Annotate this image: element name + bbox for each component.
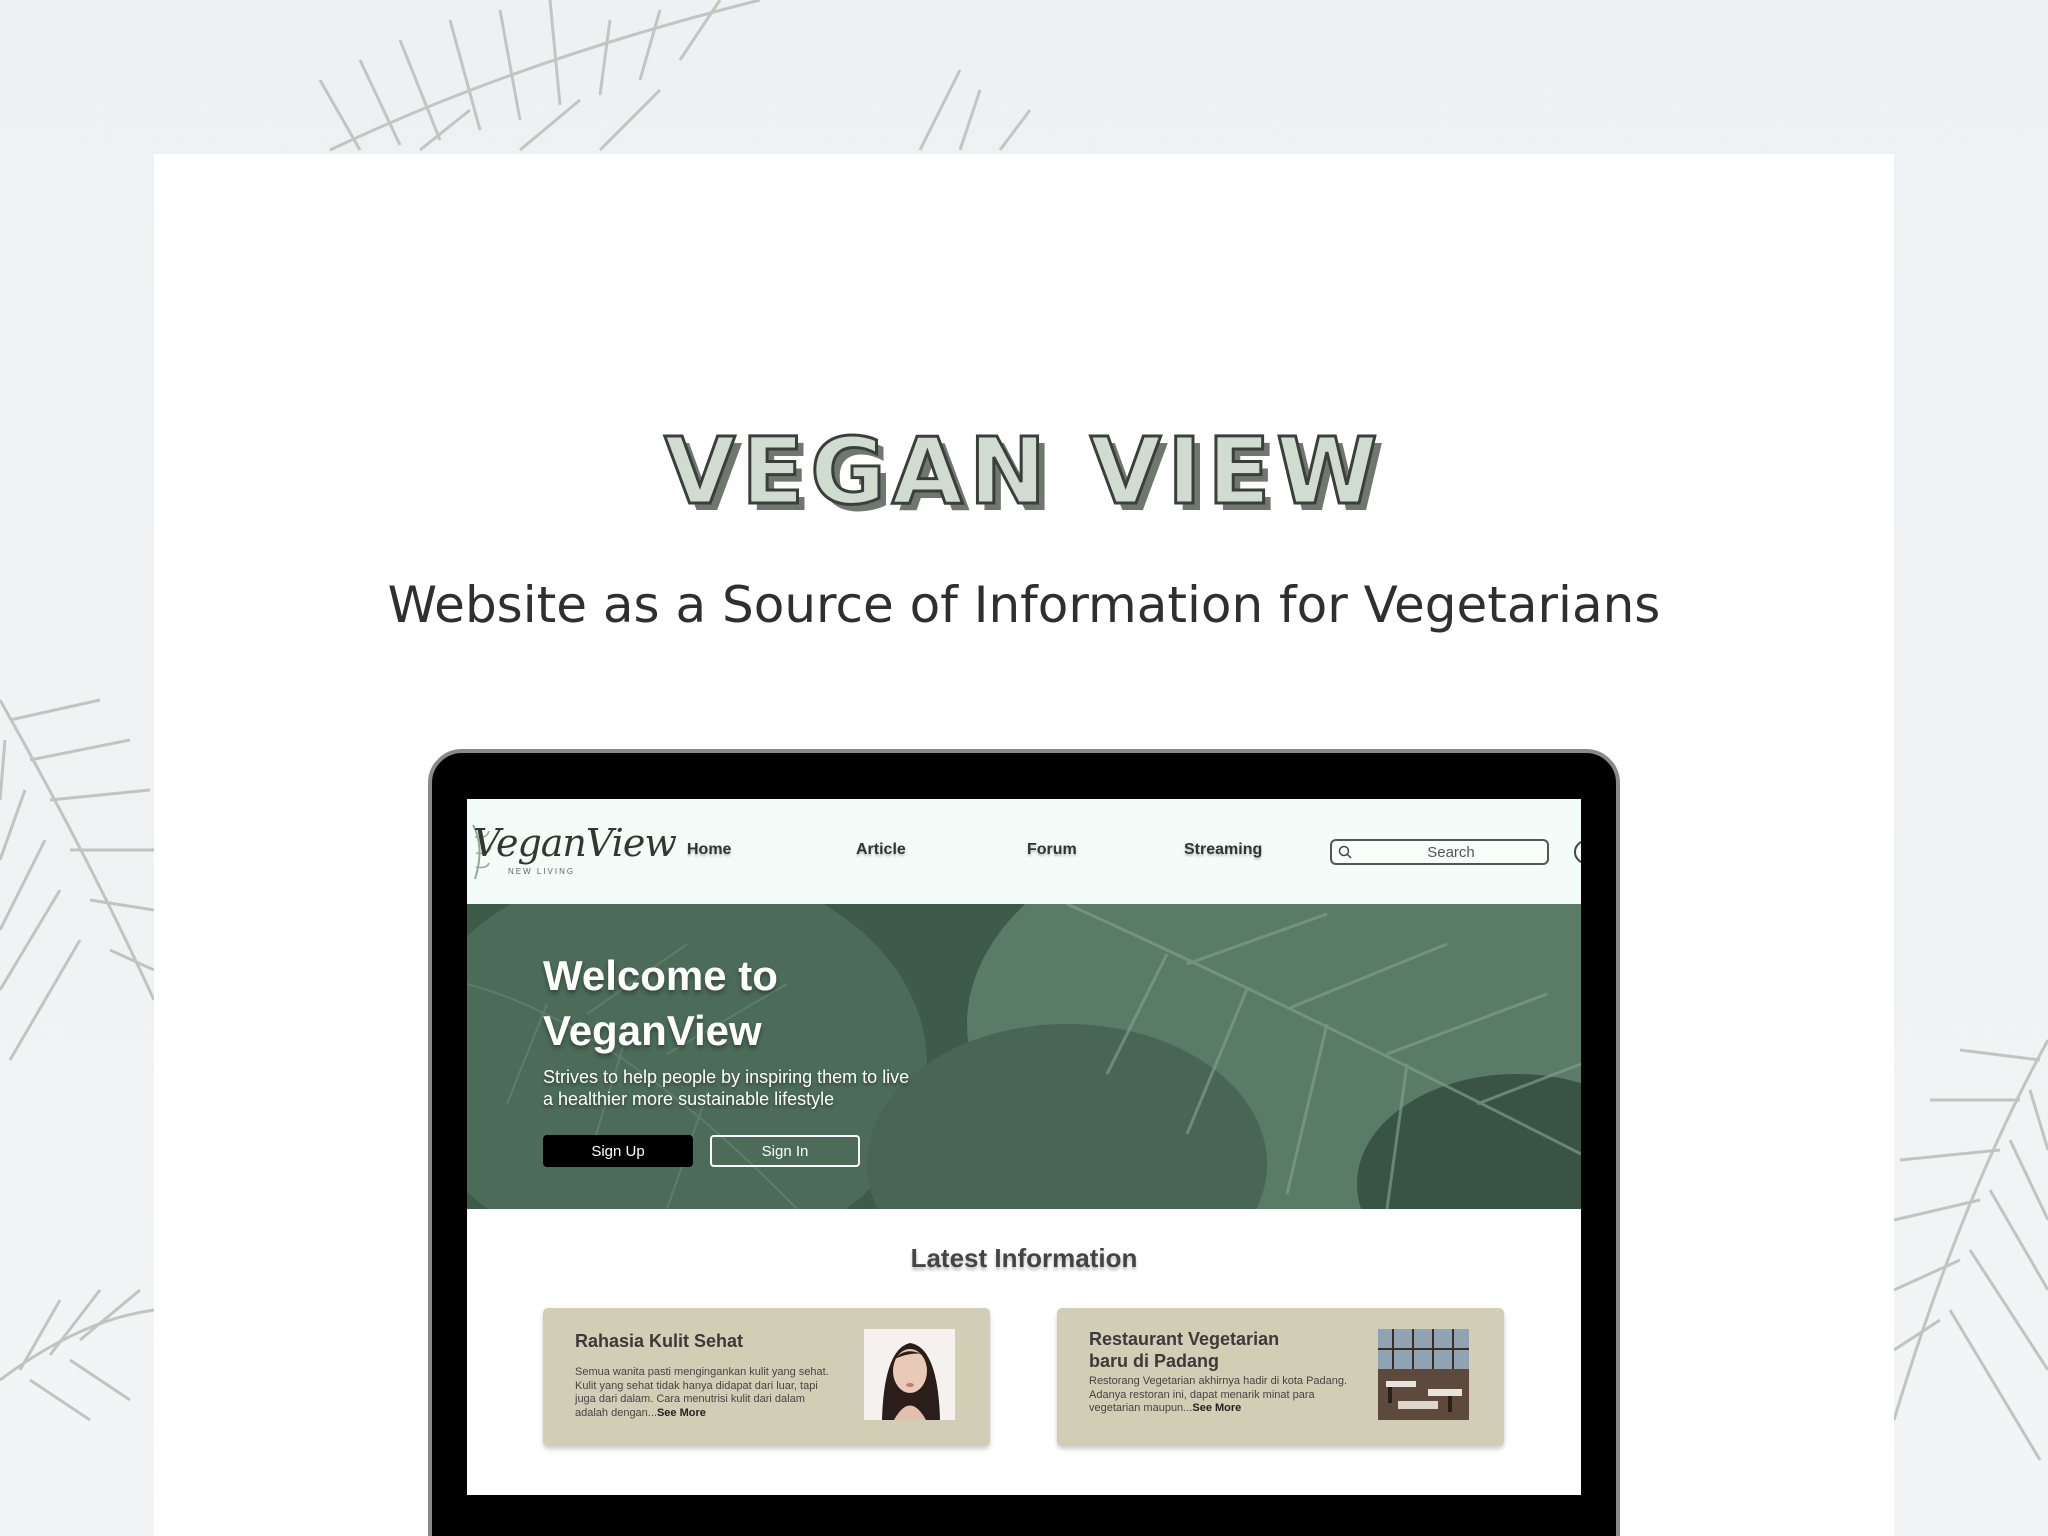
hero-description-line1: Strives to help people by inspiring them… bbox=[543, 1067, 910, 1087]
woman-portrait-image bbox=[864, 1329, 955, 1420]
restaurant-interior-image bbox=[1378, 1329, 1469, 1420]
search-box[interactable] bbox=[1330, 839, 1549, 865]
site-header: VeganView NEW LIVING Home Article Forum … bbox=[467, 799, 1581, 904]
nav-streaming[interactable]: Streaming bbox=[1184, 841, 1262, 859]
hero-title: Welcome to VeganView bbox=[543, 948, 778, 1058]
sign-in-button[interactable]: Sign In bbox=[710, 1135, 860, 1167]
hero-banner: Welcome to VeganView Strives to help peo… bbox=[467, 904, 1581, 1209]
nav-forum[interactable]: Forum bbox=[1027, 841, 1077, 859]
info-card-title: Rahasia Kulit Sehat bbox=[575, 1331, 744, 1351]
hero-title-line2: VeganView bbox=[543, 1007, 762, 1054]
info-card-title: Restaurant Vegetarian baru di Padang bbox=[1089, 1328, 1329, 1372]
nav-article[interactable]: Article bbox=[856, 841, 906, 859]
info-card[interactable]: Rahasia Kulit Sehat Semua wanita pasti m… bbox=[543, 1308, 990, 1446]
sign-up-button[interactable]: Sign Up bbox=[543, 1135, 693, 1167]
info-card[interactable]: Restaurant Vegetarian baru di Padang Res… bbox=[1057, 1308, 1504, 1446]
latest-information-heading: Latest Information bbox=[910, 1243, 1138, 1273]
see-more-link[interactable]: See More bbox=[1192, 1402, 1241, 1414]
search-icon bbox=[1338, 845, 1352, 859]
hero-description-line2: a healthier more sustainable lifestyle bbox=[543, 1089, 835, 1109]
info-card-body: Semua wanita pasti mengingankan kulit ya… bbox=[575, 1366, 835, 1420]
hero-description: Strives to help people by inspiring them… bbox=[543, 1066, 963, 1110]
hero-title-line1: Welcome to bbox=[543, 952, 778, 999]
search-input[interactable] bbox=[1358, 842, 1544, 862]
page-title: VEGAN VIEW bbox=[663, 417, 1384, 527]
website-screen: VeganView NEW LIVING Home Article Forum … bbox=[467, 799, 1581, 1495]
info-card-title-line1: Restaurant Vegetarian bbox=[1089, 1329, 1280, 1349]
logo-tagline: NEW LIVING bbox=[508, 867, 576, 876]
info-card-title-line2: baru di Padang bbox=[1089, 1351, 1220, 1371]
info-card-body: Restorang Vegetarian akhirnya hadir di k… bbox=[1089, 1375, 1349, 1416]
see-more-link[interactable]: See More bbox=[657, 1407, 706, 1419]
page-subtitle: Website as a Source of Information for V… bbox=[387, 576, 1661, 634]
site-logo[interactable]: VeganView bbox=[473, 821, 677, 865]
user-icon[interactable] bbox=[1572, 838, 1581, 866]
nav-home[interactable]: Home bbox=[687, 841, 731, 859]
